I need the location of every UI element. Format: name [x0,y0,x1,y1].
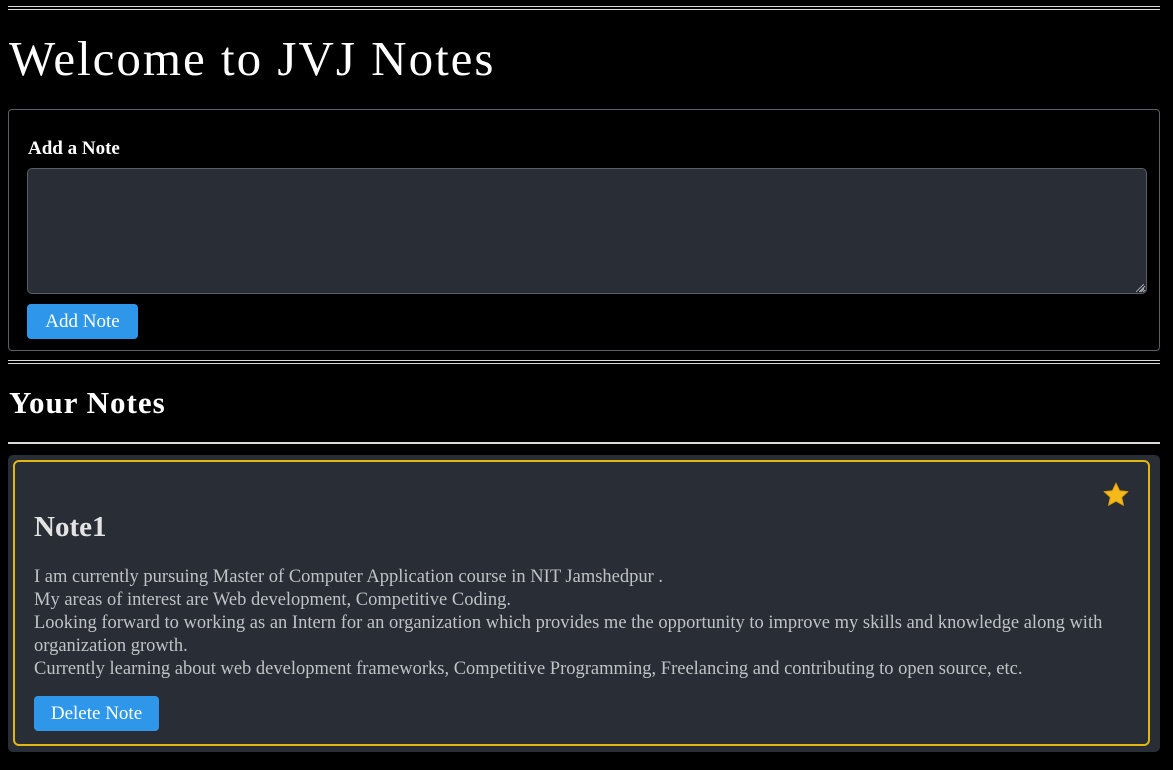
note-body-line: Currently learning about web development… [34,659,1023,679]
note-card: Note1 I am currently pursuing Master of … [13,460,1150,746]
note-body-line: I am currently pursuing Master of Comput… [34,567,664,587]
add-note-card: Add a Note Add Note [8,109,1160,351]
note-body-line: My areas of interest are Web development… [34,590,511,610]
top-divider [8,6,1160,10]
notes-app-page: Welcome to JVJ Notes Add a Note Add Note… [0,0,1173,770]
resize-grip-icon[interactable] [1136,284,1144,292]
star-icon[interactable] [1102,481,1130,509]
add-note-button[interactable]: Add Note [27,304,138,339]
delete-note-button[interactable]: Delete Note [34,696,159,731]
note-title: Note1 [34,511,107,543]
add-note-label: Add a Note [28,138,120,159]
note-body-line: Looking forward to working as an Intern … [34,613,1103,656]
note-text-input[interactable] [27,168,1147,294]
section-divider [8,360,1160,364]
notes-section-title: Your Notes [9,385,166,420]
page-title: Welcome to JVJ Notes [9,31,496,86]
notes-container: Note1 I am currently pursuing Master of … [8,455,1160,752]
note-body: I am currently pursuing Master of Comput… [34,566,1139,681]
notes-header-divider [8,442,1160,444]
